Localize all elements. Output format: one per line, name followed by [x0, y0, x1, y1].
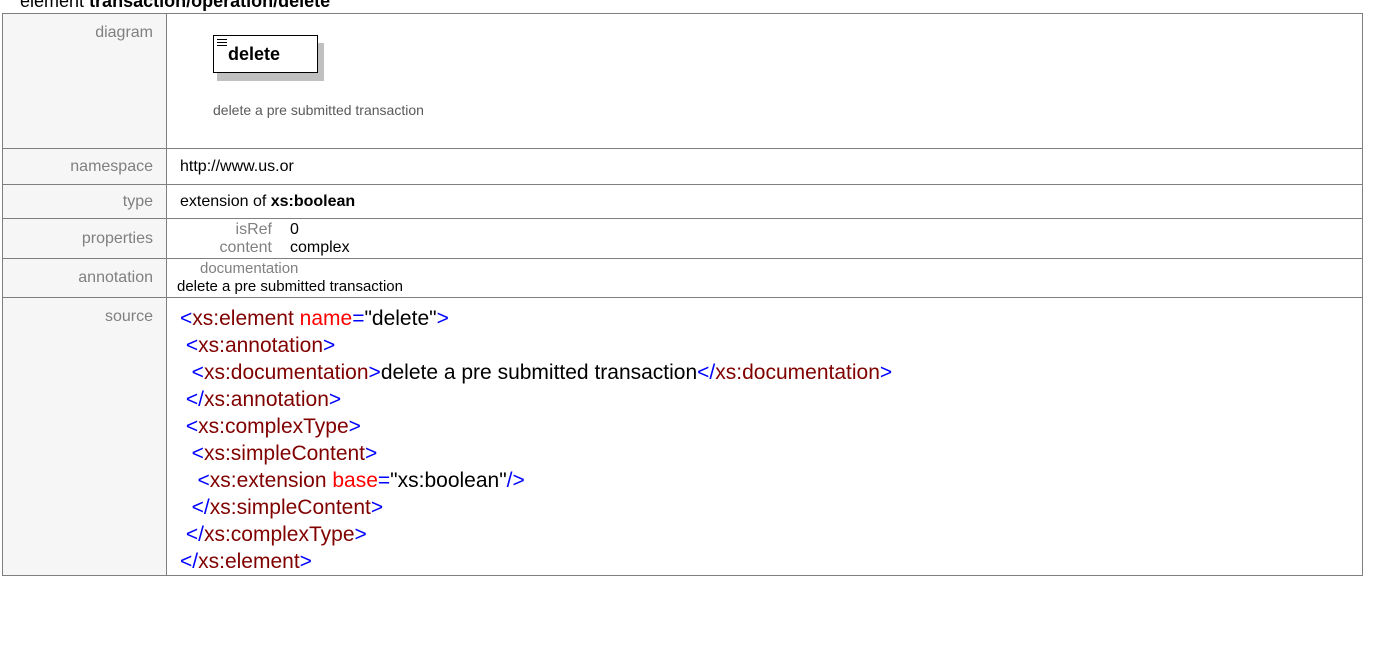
row-properties: properties isRef 0 content complex: [2, 218, 1363, 259]
source-token: xs:complexType: [198, 415, 349, 438]
row-source: source <xs:element name="delete"> <xs:an…: [2, 297, 1363, 576]
source-line: <xs:documentation>delete a pre submitted…: [180, 359, 1362, 386]
source-token: xs:element: [192, 307, 294, 330]
source-token: name: [299, 307, 353, 330]
property-value: 0: [290, 220, 299, 238]
source-token: [180, 469, 198, 492]
source-token: </: [697, 361, 716, 384]
source-code: <xs:element name="delete"> <xs:annotatio…: [167, 298, 1362, 575]
source-token: [180, 442, 192, 465]
source-token: >: [354, 523, 367, 546]
source-line: <xs:simpleContent>: [180, 440, 1362, 467]
source-token: >: [348, 415, 361, 438]
type-prefix: extension of: [180, 192, 267, 210]
row-label: diagram: [2, 13, 167, 149]
properties-list: isRef 0 content complex: [167, 221, 1362, 257]
source-token: <: [191, 442, 204, 465]
source-token: xs:complexType: [203, 523, 355, 546]
diagram-cell: delete delete a pre submitted transactio…: [166, 13, 1363, 149]
row-type: type extension of xs:boolean: [2, 184, 1363, 219]
element-diagram: delete delete a pre submitted transactio…: [180, 14, 1362, 148]
row-namespace: namespace http://www.us.or: [2, 148, 1363, 185]
source-token: <: [180, 307, 193, 330]
source-token: />: [506, 469, 525, 492]
row-label: annotation: [2, 258, 167, 298]
property-value: complex: [290, 238, 350, 256]
source-token: base: [332, 469, 378, 492]
source-token: <: [185, 415, 199, 438]
documentation-lines-icon: [217, 39, 227, 49]
source-line: </xs:simpleContent>: [180, 494, 1362, 521]
source-token: "delete": [364, 307, 437, 330]
source-line: </xs:element>: [180, 548, 1362, 575]
row-annotation: annotation documentation delete a pre su…: [2, 258, 1363, 298]
source-token: xs:simpleContent: [203, 442, 366, 465]
source-token: delete a pre submitted transaction: [380, 361, 698, 384]
page-heading: element transaction/operation/delete: [20, 0, 330, 11]
source-token: xs:simpleContent: [209, 496, 371, 519]
source-token: >: [299, 550, 312, 573]
source-line: <xs:element name="delete">: [180, 305, 1362, 332]
source-token: xs:documentation: [715, 361, 880, 384]
property-key: isRef: [235, 220, 272, 238]
annotation-text: delete a pre submitted transaction: [177, 278, 403, 295]
source-token: >: [879, 361, 893, 384]
source-token: xs:documentation: [203, 361, 369, 384]
source-line: <xs:annotation>: [180, 332, 1362, 359]
source-token: [180, 496, 192, 519]
source-token: </: [180, 550, 199, 573]
source-line: </xs:annotation>: [180, 386, 1362, 413]
type-cell: extension of xs:boolean: [166, 184, 1363, 219]
annotation-cell: documentation delete a pre submitted tra…: [166, 258, 1363, 298]
source-token: >: [365, 442, 378, 465]
type-base: xs:boolean: [270, 192, 356, 210]
source-token: </: [185, 523, 204, 546]
element-box[interactable]: delete: [213, 35, 318, 73]
property-key: content: [219, 238, 272, 256]
source-cell: <xs:element name="delete"> <xs:annotatio…: [166, 297, 1363, 576]
source-token: >: [328, 388, 342, 411]
source-token: xs:extension: [209, 469, 327, 492]
properties-cell: isRef 0 content complex: [166, 218, 1363, 259]
element-doc-table: diagram delete delete a pre submitted tr…: [2, 13, 1363, 576]
source-token: xs:annotation: [198, 334, 324, 357]
source-token: xs:annotation: [203, 388, 329, 411]
row-label: properties: [2, 218, 167, 259]
source-token: xs:element: [198, 550, 300, 573]
element-box-label: delete: [228, 44, 281, 64]
source-token: <: [185, 334, 199, 357]
source-token: >: [368, 361, 381, 384]
row-label: source: [2, 297, 167, 576]
heading-element-name: transaction/operation/delete: [89, 0, 331, 11]
row-label: type: [2, 184, 167, 219]
source-token: >: [323, 334, 336, 357]
diagram-caption: delete a pre submitted transaction: [213, 102, 424, 118]
source-token: =: [377, 469, 391, 492]
heading-prefix: element: [20, 0, 85, 11]
source-token: =: [352, 307, 365, 330]
source-token: [180, 361, 192, 384]
row-diagram: diagram delete delete a pre submitted tr…: [2, 13, 1363, 149]
source-token: "xs:boolean": [390, 469, 507, 492]
source-token: <: [197, 469, 210, 492]
annotation-block: documentation delete a pre submitted tra…: [177, 260, 1362, 296]
source-line: </xs:complexType>: [180, 521, 1362, 548]
row-label: namespace: [2, 148, 167, 185]
source-token: </: [191, 496, 210, 519]
source-token: >: [370, 496, 384, 519]
source-token: >: [436, 307, 449, 330]
source-token: </: [185, 388, 204, 411]
annotation-key: documentation: [200, 260, 299, 277]
source-token: <: [191, 361, 204, 384]
source-line: <xs:extension base="xs:boolean"/>: [180, 467, 1362, 494]
source-line: <xs:complexType>: [180, 413, 1362, 440]
namespace-value: http://www.us.or: [166, 148, 1363, 185]
